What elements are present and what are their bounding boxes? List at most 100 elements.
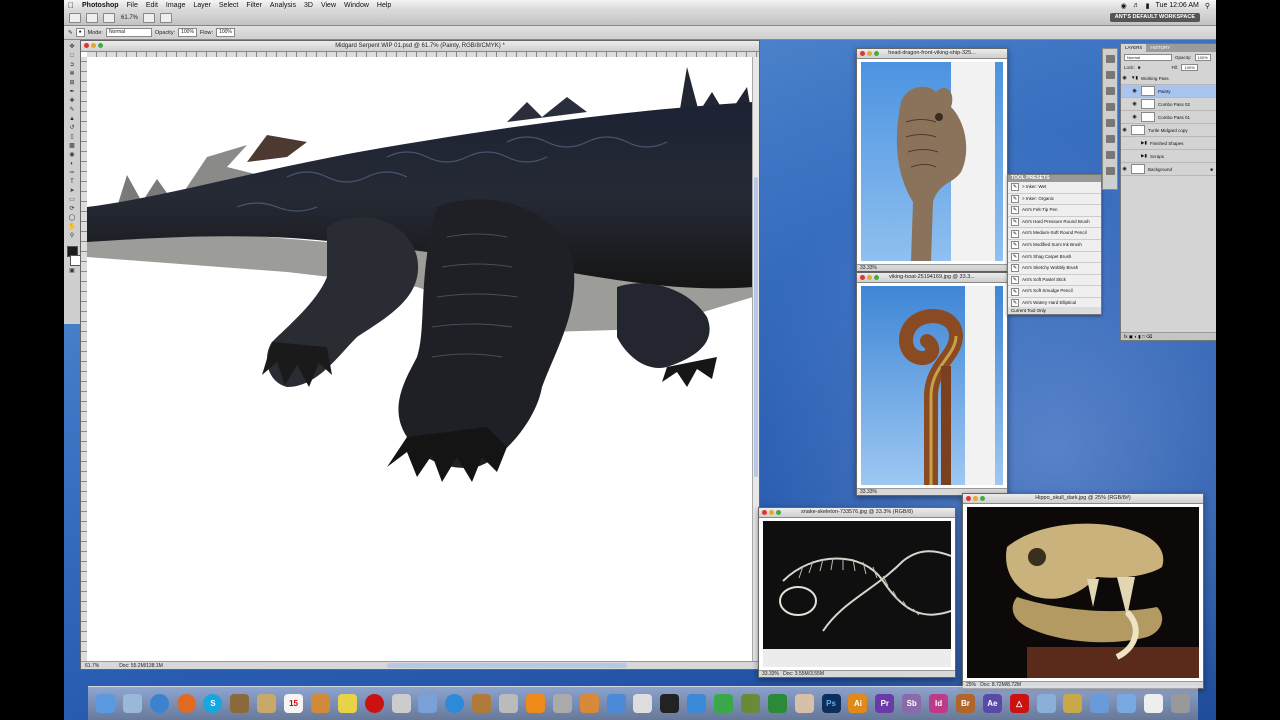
reference-window-dragon-head[interactable]: head-dragon-front-viking-ship-325... 33.… (856, 48, 1008, 272)
menu-window[interactable]: Window (340, 2, 373, 9)
reference-window-snake-skeleton[interactable]: snake-skeleton-733576.jpg @ 33.3% (RGB/8… (758, 507, 956, 678)
preset-item[interactable]: ✎ Ant's Medium-Soft Round Pencil (1008, 228, 1101, 240)
adjustments-panel-icon[interactable] (1105, 135, 1115, 143)
histogram-panel-icon[interactable] (1105, 71, 1115, 79)
layer-row[interactable]: ▶▮ Scraps (1121, 150, 1216, 163)
documents-stack-icon[interactable] (1063, 694, 1083, 713)
mask-icon[interactable]: ▣ (1129, 334, 1133, 339)
canvas[interactable] (87, 57, 753, 661)
lock-icon[interactable]: ■ (1138, 65, 1141, 70)
notes-icon[interactable] (257, 694, 277, 713)
lasso-tool-icon[interactable]: ➲ (67, 62, 78, 69)
path-select-tool-icon[interactable]: ➤ (67, 188, 78, 195)
fx-button[interactable]: fx (1124, 334, 1128, 339)
preset-item[interactable]: ✎ Ant's Hard Pressure Round Brush (1008, 217, 1101, 229)
gradient-tool-icon[interactable]: ▩ (67, 143, 78, 150)
menu-app[interactable]: Photoshop (78, 2, 123, 9)
window-controls[interactable] (860, 51, 879, 56)
brush-preset-icon[interactable]: ✎ (68, 30, 73, 36)
downloads-folder-icon[interactable] (1117, 694, 1137, 713)
script-editor-icon[interactable] (391, 694, 411, 713)
menu-select[interactable]: Select (215, 2, 242, 9)
clock[interactable]: Tue 12:06 AM (1156, 2, 1199, 9)
healing-tool-icon[interactable]: ✚ (67, 98, 78, 105)
illustrator-icon[interactable]: Ai (848, 694, 868, 713)
hand-icon[interactable] (794, 694, 814, 713)
eye-icon[interactable]: ◉ (1131, 114, 1138, 120)
horizontal-scrollbar[interactable] (387, 663, 627, 668)
safari-icon[interactable] (149, 694, 169, 713)
menu-3d[interactable]: 3D (300, 2, 317, 9)
fill-field[interactable]: 100% (1181, 63, 1198, 71)
tool-presets-panel-icon[interactable] (1105, 167, 1115, 175)
eye-icon[interactable]: ◉ (1121, 166, 1128, 172)
reference-window-hippo-skull[interactable]: Hippo_skull_dark.jpg @ 25% (RGB/8#) 25% … (962, 493, 1204, 689)
preset-item[interactable]: ✎ Ant's Shag Carpet Brush (1008, 252, 1101, 264)
background-color-swatch[interactable] (69, 255, 81, 266)
bridge-icon[interactable]: Br (955, 694, 975, 713)
window-controls[interactable] (762, 510, 781, 515)
swatches-panel-icon[interactable] (1105, 119, 1115, 127)
volume-icon[interactable]: ♬ (1133, 2, 1140, 9)
dragon-window-title-bar[interactable]: head-dragon-front-viking-ship-325... (857, 49, 1007, 59)
tab-layers[interactable]: LAYERS (1121, 44, 1147, 52)
hippo-window-title-bar[interactable]: Hippo_skull_dark.jpg @ 25% (RGB/8#) (963, 494, 1203, 504)
crop-tool-icon[interactable]: ⊞ (67, 80, 78, 87)
layer-row[interactable]: ▶▮ Finished Shapes (1121, 137, 1216, 150)
layer-opacity-field[interactable]: 100% (1194, 53, 1211, 61)
mode-select[interactable]: Normal (105, 28, 152, 37)
apple-icon[interactable]:  (64, 1, 78, 10)
info-panel-icon[interactable] (1105, 87, 1115, 95)
navigator-panel-icon[interactable] (1105, 55, 1115, 63)
eraser-tool-icon[interactable]: ▯ (67, 134, 78, 141)
hdd-icon[interactable] (552, 694, 572, 713)
eye-icon[interactable]: ◉ (1131, 88, 1138, 94)
menu-analysis[interactable]: Analysis (266, 2, 300, 9)
blur-tool-icon[interactable]: ◉ (67, 152, 78, 159)
calendar-icon[interactable]: 15 (284, 694, 304, 713)
growl-icon[interactable] (740, 694, 760, 713)
folder-icon[interactable] (1036, 694, 1056, 713)
preset-item[interactable]: ✎ Ant's Felt-Tip Pen (1008, 205, 1101, 217)
soundbooth-icon[interactable]: Sb (902, 694, 922, 713)
screen-mode-button[interactable] (160, 13, 173, 23)
tool-presets-title[interactable]: TOOL PRESETS (1008, 175, 1101, 182)
hand-tool-icon[interactable]: ✋ (67, 224, 78, 231)
reference-window-viking-boat[interactable]: viking-boat-25194169.jpg @ 33.3... 33.33… (856, 272, 1008, 496)
brushes-panel-icon[interactable] (1105, 103, 1115, 111)
firefox-icon[interactable] (176, 694, 196, 713)
trash-icon[interactable] (1170, 694, 1190, 713)
mini-bridge-button[interactable] (86, 13, 98, 23)
quick-mask-icon[interactable]: ▣ (67, 268, 78, 275)
preset-item[interactable]: ✎ Ant's Soft Smudge Pencil (1008, 286, 1101, 298)
view-extras-button[interactable] (103, 13, 115, 23)
menu-image[interactable]: Image (162, 2, 189, 9)
layer-row[interactable]: ◉ Combo Pass 02 (1121, 98, 1216, 111)
boat-window-title-bar[interactable]: viking-boat-25194169.jpg @ 33.3... (857, 273, 1007, 283)
after-effects-icon[interactable]: Ae (982, 694, 1002, 713)
photo-icon[interactable] (310, 694, 330, 713)
arrange-documents-button[interactable] (143, 13, 156, 23)
mail-icon[interactable] (579, 694, 599, 713)
menu-help[interactable]: Help (373, 2, 395, 9)
layer-row[interactable]: ◉ Turtle Midgard copy (1121, 124, 1216, 137)
acrobat-icon[interactable]: △ (1009, 694, 1029, 713)
wifi-icon[interactable]: ◉ (1121, 2, 1127, 10)
skype-icon[interactable]: S (203, 694, 223, 713)
guitar-icon[interactable] (472, 694, 492, 713)
move-tool-icon[interactable]: ✥ (67, 44, 78, 51)
eagle-icon[interactable] (230, 694, 250, 713)
dropbox-icon[interactable] (687, 694, 707, 713)
zoom-level[interactable]: 61.7% (121, 15, 138, 21)
documents-icon[interactable] (1144, 694, 1164, 713)
shape-tool-icon[interactable]: ▭ (67, 197, 78, 204)
layer-row[interactable]: ◉ Combo Pass 01 (1121, 111, 1216, 124)
spotlight-icon[interactable]: ⚲ (1205, 2, 1210, 10)
blend-mode-select[interactable]: Normal (1124, 53, 1172, 61)
brush-size-picker[interactable]: ● (75, 28, 85, 37)
pen-tool-icon[interactable]: ✑ (67, 170, 78, 177)
preset-item[interactable]: ✎ > Inker: Organic (1008, 194, 1101, 206)
photoshop-icon[interactable]: Ps (821, 694, 841, 713)
menu-view[interactable]: View (317, 2, 340, 9)
flow-field[interactable]: 100% (216, 28, 235, 37)
